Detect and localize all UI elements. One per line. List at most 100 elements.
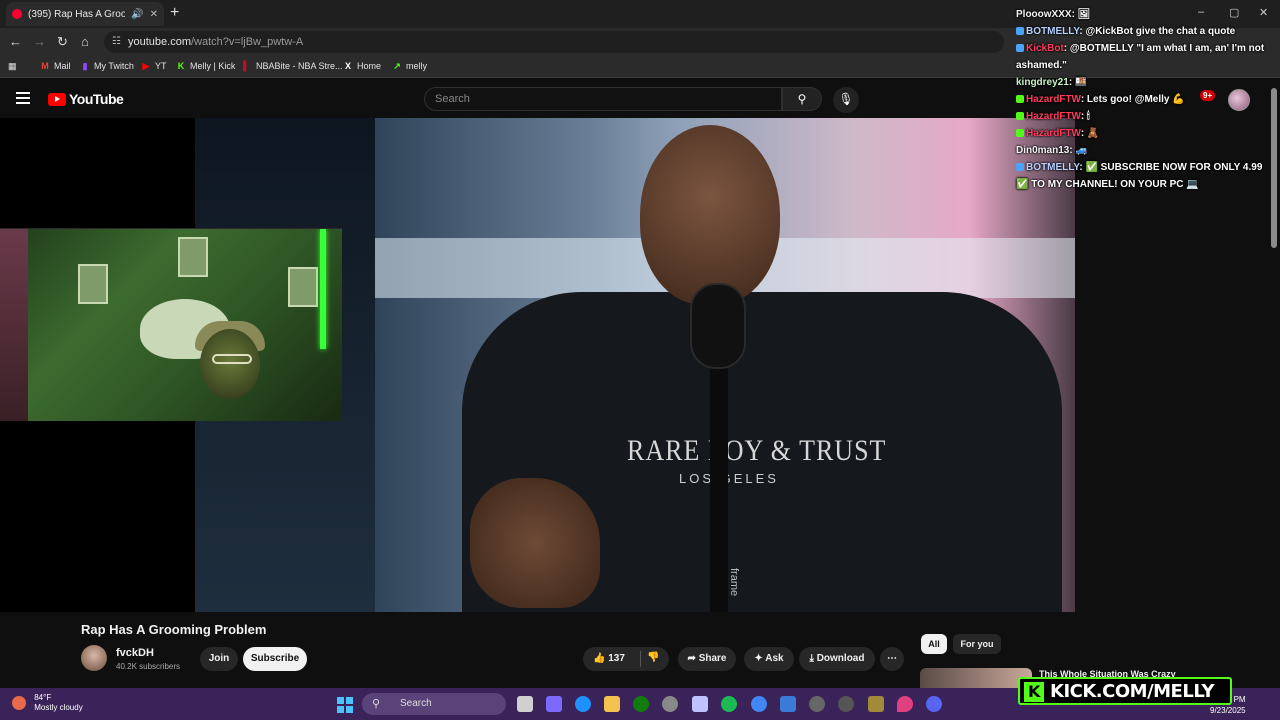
like-button[interactable]: 👍 137 👎 xyxy=(583,647,669,671)
new-tab-button[interactable]: + xyxy=(170,4,179,22)
chat-badge-icon xyxy=(1016,129,1024,137)
share-button[interactable]: ➦ Share xyxy=(678,647,736,671)
kick-url-overlay: K KICK.COM/MELLY xyxy=(1018,677,1232,705)
share-label: Share xyxy=(698,653,727,664)
chat-text: : ✅ SUBSCRIBE NOW FOR ONLY 4.99 xyxy=(1079,162,1263,173)
search-input[interactable]: Search xyxy=(424,87,782,111)
bookmark-melly-kick[interactable]: K Melly | Kick xyxy=(176,61,236,71)
wall-poster xyxy=(178,237,208,277)
bookmark-nbabite[interactable]: ▍ NBABite - NBA Stre... xyxy=(242,61,343,71)
youtube-logo[interactable]: YouTube xyxy=(48,91,124,107)
chat-username[interactable]: KickBot xyxy=(1026,43,1064,54)
like-count: 137 xyxy=(608,653,625,664)
download-button[interactable]: ⤓ Download xyxy=(799,647,875,671)
forward-arrow-icon[interactable]: → xyxy=(33,34,46,49)
chat-username[interactable]: HazardFTW xyxy=(1026,111,1081,122)
address-bar[interactable]: ☷ youtube.com/watch?v=ljBw_pwtw-A xyxy=(104,31,1004,53)
chat-message: HazardFTW: 🕯 xyxy=(1016,108,1280,125)
youtube-icon: ▶ xyxy=(142,61,150,71)
voice-search-icon[interactable]: 🎙 xyxy=(833,87,859,113)
chat-username[interactable]: BOTMELLY xyxy=(1026,26,1079,37)
discord-icon[interactable] xyxy=(926,696,942,712)
join-button[interactable]: Join xyxy=(200,647,238,671)
bookmark-icon: ↗ xyxy=(393,61,401,71)
media-player-icon[interactable] xyxy=(809,696,825,712)
ask-label: Ask xyxy=(765,653,784,664)
taskbar-search[interactable]: ⚲ Search xyxy=(362,693,506,715)
subscriber-count: 40.2K subscribers xyxy=(116,662,181,671)
youtube-favicon-icon xyxy=(12,9,22,19)
bookmark-melly[interactable]: ↗ melly xyxy=(392,61,427,71)
reload-icon[interactable]: ↻ xyxy=(57,34,68,50)
mic-brand-text: frame xyxy=(728,568,740,597)
bookmark-mail[interactable]: M Mail xyxy=(40,61,71,71)
stream-chat-overlay: PlooowXXX: 🖼 BOTMELLY: @KickBot give the … xyxy=(1016,6,1280,193)
chat-username[interactable]: kingdrey21 xyxy=(1016,77,1069,88)
store-icon[interactable] xyxy=(692,696,708,712)
thumbs-down-icon[interactable]: 👎 xyxy=(647,652,659,663)
shirt-subtext: LOS GELES xyxy=(679,471,779,486)
close-tab-icon[interactable]: ✕ xyxy=(150,9,158,20)
wall-poster xyxy=(288,267,318,307)
photos-icon[interactable] xyxy=(780,696,796,712)
chat-message: BOTMELLY: @KickBot give the chat a quote xyxy=(1016,23,1280,40)
thumbs-up-icon: 👍 xyxy=(593,653,606,664)
bookmark-label: melly xyxy=(406,61,428,71)
recommendation-thumbnail[interactable] xyxy=(920,668,1032,690)
kick-logo-icon: K xyxy=(1024,682,1044,702)
hand xyxy=(470,478,600,608)
bookmark-home[interactable]: X Home xyxy=(343,61,381,71)
app-icon[interactable] xyxy=(838,696,854,712)
chat-username[interactable]: HazardFTW xyxy=(1026,128,1081,139)
chat-text: : 🧸 xyxy=(1080,128,1100,139)
clock-app-icon[interactable] xyxy=(662,696,678,712)
kick-icon: K xyxy=(177,61,185,71)
site-info-icon[interactable]: ☷ xyxy=(112,36,121,47)
chip-for-you[interactable]: For you xyxy=(953,634,1001,654)
chat-message: HazardFTW: Lets goo! @Melly 💪 xyxy=(1016,91,1280,108)
search-button[interactable]: ⚲ xyxy=(782,87,822,111)
temperature: 84°F xyxy=(34,693,52,702)
apps-grid-icon[interactable]: ▦ xyxy=(8,61,17,72)
bookmark-label: Home xyxy=(357,61,382,71)
copilot-icon[interactable] xyxy=(546,696,562,712)
chat-message: PlooowXXX: 🖼 xyxy=(1016,6,1280,23)
file-explorer-icon[interactable] xyxy=(604,696,620,712)
browser-tab-youtube[interactable]: (395) Rap Has A Grooming 🔊 ✕ xyxy=(6,2,164,26)
nba-icon: ▍ xyxy=(243,61,251,71)
bookmark-label: Mail xyxy=(54,61,71,71)
speaker-icon[interactable]: 🔊 xyxy=(131,9,143,20)
taskbar-search-label: Search xyxy=(400,698,432,709)
bookmark-yt[interactable]: ▶ YT xyxy=(141,61,167,71)
subscribe-button[interactable]: Subscribe xyxy=(243,647,307,671)
map-pin-icon[interactable] xyxy=(897,696,913,712)
shirt-text: RARE LOY & TRUST xyxy=(627,433,887,468)
bookmark-label: NBABite - NBA Stre... xyxy=(256,61,343,71)
bookmark-my-twitch[interactable]: ▮ My Twitch xyxy=(80,61,134,71)
chrome-icon[interactable] xyxy=(751,696,767,712)
channel-avatar[interactable] xyxy=(81,645,107,671)
spotify-icon[interactable] xyxy=(721,696,737,712)
chat-username[interactable]: BOTMELLY xyxy=(1026,162,1079,173)
task-view-icon[interactable] xyxy=(517,696,533,712)
hamburger-menu-icon[interactable] xyxy=(16,92,30,104)
chat-username[interactable]: Din0man13 xyxy=(1016,145,1069,156)
more-actions-button[interactable]: ⋯ xyxy=(880,647,904,671)
chat-username[interactable]: HazardFTW xyxy=(1026,94,1081,105)
home-icon[interactable]: ⌂ xyxy=(81,34,89,49)
edge-icon[interactable] xyxy=(575,696,591,712)
app-icon[interactable] xyxy=(868,696,884,712)
chat-message: BOTMELLY: ✅ SUBSCRIBE NOW FOR ONLY 4.99 xyxy=(1016,159,1280,176)
weather-widget[interactable]: 84°F Mostly cloudy xyxy=(12,693,83,713)
chat-username[interactable]: PlooowXXX xyxy=(1016,9,1072,20)
tab-title: (395) Rap Has A Grooming xyxy=(28,8,126,20)
ask-button[interactable]: ✦ Ask xyxy=(744,647,794,671)
chat-message: kingdrey21: 🍱 xyxy=(1016,74,1280,91)
chip-all[interactable]: All xyxy=(921,634,947,654)
chat-text: ashamed." xyxy=(1016,60,1067,71)
back-arrow-icon[interactable]: ← xyxy=(9,34,22,49)
chat-badge-icon xyxy=(1016,163,1024,171)
start-windows-icon[interactable] xyxy=(337,697,353,713)
channel-name[interactable]: fvckDH xyxy=(116,647,154,659)
xbox-icon[interactable] xyxy=(633,696,649,712)
